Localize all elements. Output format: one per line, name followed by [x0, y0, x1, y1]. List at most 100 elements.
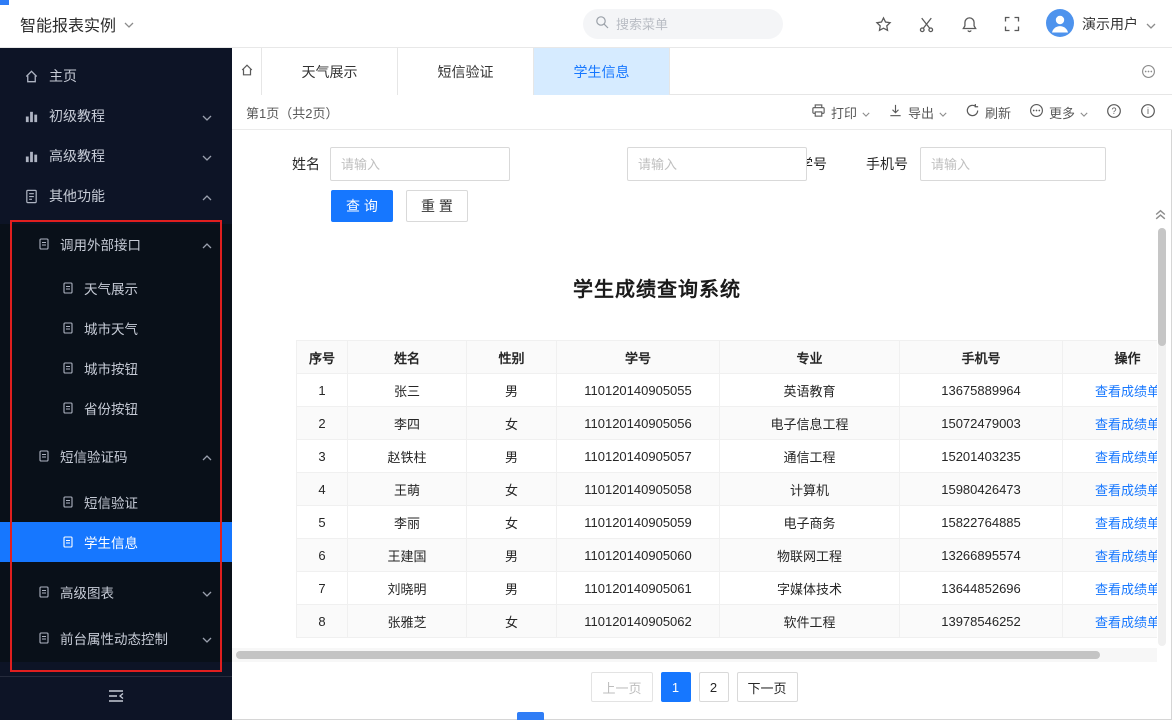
sidebar-item-label: 短信验证 — [84, 496, 138, 511]
page-icon — [62, 282, 74, 294]
more-button[interactable]: 更多 — [1029, 103, 1088, 122]
cell-gender: 男 — [466, 538, 557, 572]
sidebar-item-advanced-tutorial[interactable]: 高级教程 — [0, 136, 232, 176]
cell-phone: 15201403235 — [899, 439, 1063, 473]
view-score-link[interactable]: 查看成绩单 — [1095, 549, 1157, 564]
menu-search[interactable] — [583, 9, 783, 39]
next-page-button[interactable]: 下一页 — [736, 672, 798, 702]
export-button[interactable]: 导出 — [888, 103, 947, 122]
cell-action: 查看成绩单 — [1062, 472, 1157, 506]
view-score-link[interactable]: 查看成绩单 — [1095, 450, 1157, 465]
chevron-up-icon — [202, 188, 212, 204]
cell-phone: 13266895574 — [899, 538, 1063, 572]
report-title: 学生成绩查询系统 — [573, 279, 741, 301]
horizontal-scrollbar[interactable] — [232, 648, 1157, 662]
scissors-icon[interactable] — [918, 16, 935, 33]
tab-weather-display[interactable]: 天气展示 — [262, 48, 398, 95]
document-icon — [24, 189, 39, 204]
view-score-link[interactable]: 查看成绩单 — [1095, 516, 1157, 531]
search-input[interactable] — [616, 16, 766, 32]
bar-chart-icon — [24, 149, 39, 164]
student-table-container: 序号 姓名 性别 学号 专业 手机号 操作 1 张三 男 11012014090 — [296, 340, 1157, 640]
view-score-link[interactable]: 查看成绩单 — [1095, 483, 1157, 498]
table-row: 5 李丽 女 110120140905059 电子商务 15822764885 … — [296, 505, 1157, 539]
reset-button[interactable]: 重 置 — [406, 190, 468, 222]
page-icon — [38, 238, 50, 250]
pagination: 上一页 1 2 下一页 — [232, 670, 1157, 704]
vertical-scrollbar-thumb[interactable] — [1158, 228, 1166, 346]
cell-index: 5 — [296, 505, 348, 539]
topbar-actions: 演示用户 — [875, 0, 1156, 48]
user-menu[interactable]: 演示用户 — [1046, 8, 1156, 40]
sidebar-item-home[interactable]: 主页 — [0, 56, 232, 96]
name-input[interactable] — [330, 147, 510, 181]
sidebar-item-other-functions[interactable]: 其他功能 — [0, 176, 232, 216]
svg-text:i: i — [1147, 106, 1149, 116]
tab-student-info[interactable]: 学生信息 — [534, 48, 670, 95]
bell-icon[interactable] — [961, 16, 978, 33]
app-window: 智能报表实例 演示用户 主页 初 — [0, 0, 1172, 720]
sidebar-item-label: 调用外部接口 — [60, 238, 141, 253]
name-label: 姓名 — [292, 156, 320, 172]
sidebar-item-weather-display[interactable]: 天气展示 — [0, 268, 232, 308]
sidebar-item-beginner-tutorial[interactable]: 初级教程 — [0, 96, 232, 136]
sidebar-item-city-weather[interactable]: 城市天气 — [0, 308, 232, 348]
scroll-to-top-icon[interactable] — [1154, 208, 1167, 226]
tab-home[interactable] — [232, 48, 262, 95]
cell-gender: 男 — [466, 439, 557, 473]
svg-text:?: ? — [1111, 106, 1116, 116]
view-score-link[interactable]: 查看成绩单 — [1095, 384, 1157, 399]
app-title-menu[interactable]: 智能报表实例 — [20, 0, 134, 48]
sidebar-item-city-button[interactable]: 城市按钮 — [0, 348, 232, 388]
page-button-2[interactable]: 2 — [698, 672, 729, 702]
view-score-link[interactable]: 查看成绩单 — [1095, 615, 1157, 630]
table-row: 4 王萌 女 110120140905058 计算机 15980426473 查… — [296, 472, 1157, 506]
page-icon — [62, 496, 74, 508]
view-score-link[interactable]: 查看成绩单 — [1095, 417, 1157, 432]
sidebar-item-label: 天气展示 — [84, 282, 138, 297]
cell-major: 通信工程 — [719, 439, 900, 473]
cell-student-id: 110120140905060 — [556, 538, 720, 572]
cell-index: 1 — [296, 373, 348, 407]
vertical-scrollbar[interactable] — [1158, 228, 1166, 646]
sidebar-item-frontend-property-control[interactable]: 前台属性动态控制 — [0, 618, 232, 658]
phone-input[interactable] — [920, 147, 1106, 181]
chevron-down-icon — [202, 108, 212, 124]
cell-gender: 男 — [466, 571, 557, 605]
sidebar-item-advanced-charts[interactable]: 高级图表 — [0, 572, 232, 612]
cell-index: 6 — [296, 538, 348, 572]
sidebar-item-external-api[interactable]: 调用外部接口 — [0, 224, 232, 264]
cell-major: 英语教育 — [719, 373, 900, 407]
tab-options-icon[interactable] — [1141, 64, 1156, 84]
refresh-button[interactable]: 刷新 — [965, 103, 1011, 122]
cell-action: 查看成绩单 — [1062, 571, 1157, 605]
fullscreen-icon[interactable] — [1004, 16, 1020, 32]
prev-page-button[interactable]: 上一页 — [591, 672, 653, 702]
tab-bar: 天气展示 短信验证 学生信息 — [232, 48, 1172, 95]
sidebar-item-sms-verify[interactable]: 短信验证 — [0, 482, 232, 522]
question-circle-icon: ? — [1106, 103, 1122, 122]
sidebar-item-province-button[interactable]: 省份按钮 — [0, 388, 232, 428]
query-button[interactable]: 查 询 — [331, 190, 393, 222]
header-phone: 手机号 — [899, 340, 1063, 374]
help-button[interactable]: ? — [1106, 103, 1122, 122]
info-button[interactable]: i — [1140, 103, 1156, 122]
sidebar-collapse-toggle[interactable] — [0, 676, 232, 720]
table-row: 3 赵铁柱 男 110120140905057 通信工程 15201403235… — [296, 439, 1157, 473]
student-id-input[interactable] — [627, 147, 807, 181]
cell-gender: 女 — [466, 472, 557, 506]
page-button-1[interactable]: 1 — [660, 672, 691, 702]
tab-sms-verify[interactable]: 短信验证 — [398, 48, 534, 95]
star-icon[interactable] — [875, 15, 892, 33]
sidebar-item-sms-code[interactable]: 短信验证码 — [0, 436, 232, 476]
cell-major: 物联网工程 — [719, 538, 900, 572]
sidebar-item-label: 其他功能 — [49, 188, 105, 204]
print-button[interactable]: 打印 — [811, 103, 870, 122]
chevron-down-icon — [862, 105, 870, 120]
sidebar-item-label: 城市按钮 — [84, 362, 138, 377]
bar-chart-icon — [24, 109, 39, 124]
sidebar-item-student-info[interactable]: 学生信息 — [0, 522, 232, 562]
view-score-link[interactable]: 查看成绩单 — [1095, 582, 1157, 597]
chevron-down-icon — [124, 15, 134, 33]
horizontal-scrollbar-thumb[interactable] — [236, 651, 1100, 659]
